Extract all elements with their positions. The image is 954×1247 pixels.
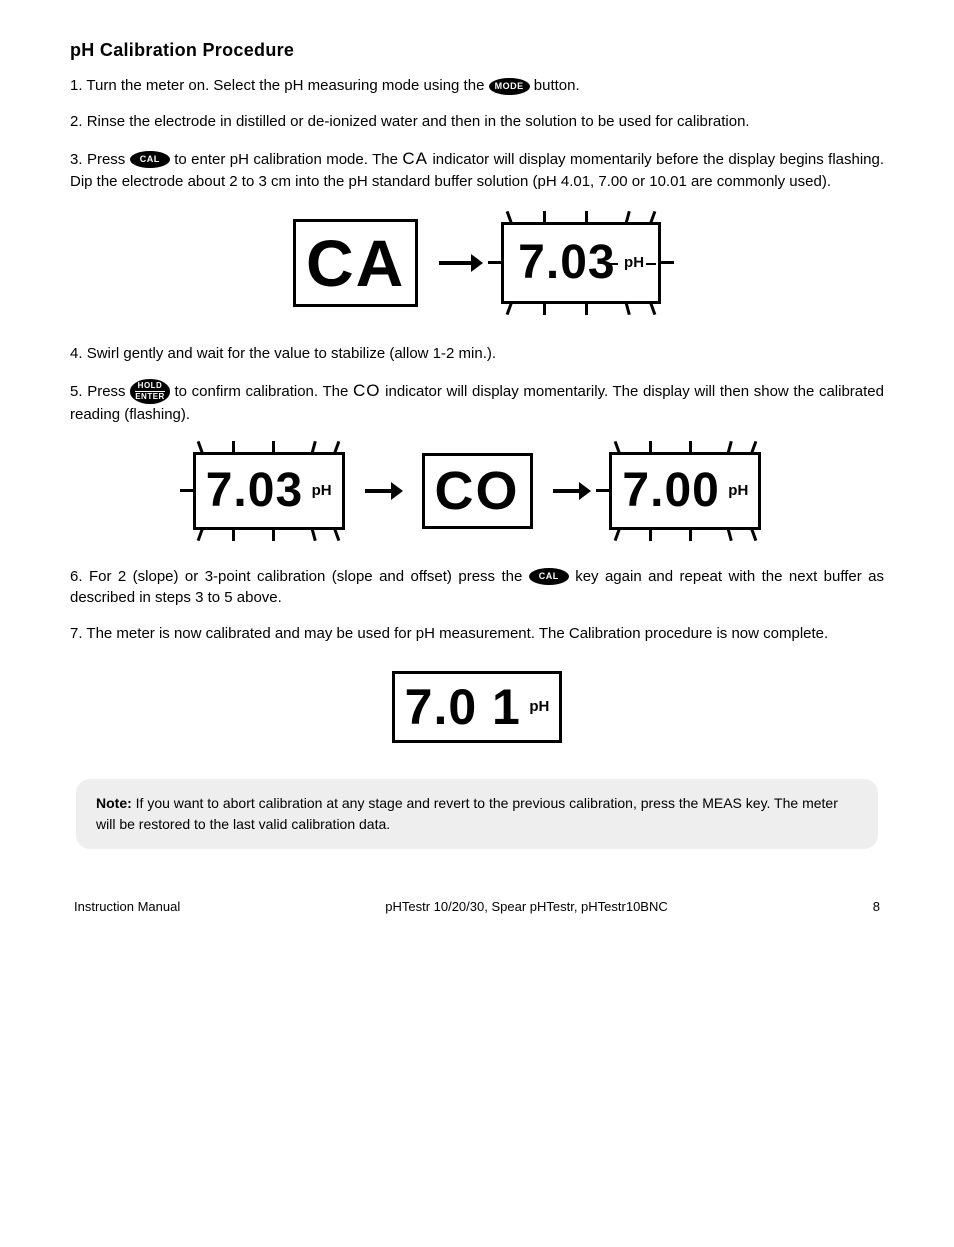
- step-1-text-b: button.: [534, 77, 580, 94]
- lcd-703-value: 7.03: [518, 239, 615, 287]
- note-label: Note:: [96, 795, 132, 811]
- lcd-co: CO: [422, 453, 533, 529]
- hold-enter-button-icon: HOLD ENTER: [130, 379, 170, 403]
- cal-button-icon: CAL: [529, 568, 569, 585]
- note-text: If you want to abort calibration at any …: [96, 795, 838, 832]
- step-2-text: Rinse the electrode in distilled or de-i…: [87, 113, 750, 130]
- step-1-num: 1.: [70, 77, 83, 94]
- step-5-text-b: to confirm calibration. The: [175, 383, 353, 400]
- step-3-num: 3.: [70, 151, 83, 168]
- page-footer: Instruction Manual pHTestr 10/20/30, Spe…: [70, 899, 884, 914]
- lcd-703-unit: pH: [624, 255, 644, 270]
- hold-label-top: HOLD: [135, 382, 165, 391]
- arrow-icon: [437, 251, 483, 275]
- step-1: 1. Turn the meter on. Select the pH meas…: [70, 75, 884, 97]
- step-6: 6. For 2 (slope) or 3-point calibration …: [70, 566, 884, 610]
- lcd-701: 7.0 1 pH: [392, 671, 563, 743]
- lcd-700-flash: 7.00 pH: [609, 452, 761, 530]
- lcd-row-2: 7.03 pH CO 7.00 pH: [70, 452, 884, 530]
- lcd-ca-value: CA: [306, 226, 405, 300]
- step-3-text-b: to enter pH calibration mode. The: [174, 151, 402, 168]
- hold-label-bot: ENTER: [135, 393, 165, 400]
- step-6-num: 6.: [70, 568, 83, 585]
- step-4-text: Swirl gently and wait for the value to s…: [87, 345, 496, 362]
- step-2: 2. Rinse the electrode in distilled or d…: [70, 111, 884, 133]
- step-4-num: 4.: [70, 345, 83, 362]
- note-box: Note: If you want to abort calibration a…: [76, 779, 878, 849]
- step-2-num: 2.: [70, 113, 83, 130]
- step-4: 4. Swirl gently and wait for the value t…: [70, 343, 884, 365]
- lcd-703b-flash: 7.03 pH: [193, 452, 345, 530]
- arrow-icon: [363, 479, 403, 503]
- lcd-ca: CA: [293, 219, 418, 307]
- lcd-row-3: 7.0 1 pH: [70, 671, 884, 743]
- lcd-co-value: CO: [435, 461, 520, 521]
- mode-button-icon: MODE: [489, 78, 530, 95]
- step-3-text-a: Press: [87, 151, 130, 168]
- step-6-text-a: For 2 (slope) or 3-point calibration (sl…: [89, 568, 529, 585]
- co-indicator-inline: CO: [353, 381, 381, 400]
- lcd-701-unit: pH: [529, 699, 549, 714]
- lcd-row-1: CA 7.03 pH: [70, 219, 884, 307]
- step-5-text-a: Press: [87, 383, 130, 400]
- step-5-num: 5.: [70, 383, 83, 400]
- footer-right: 8: [873, 899, 880, 914]
- page-title: pH Calibration Procedure: [70, 40, 884, 61]
- lcd-703b-value: 7.03: [206, 467, 303, 515]
- step-3: 3. Press CAL to enter pH calibration mod…: [70, 147, 884, 193]
- lcd-700-value: 7.00: [622, 467, 719, 515]
- step-1-text-a: Turn the meter on. Select the pH measuri…: [86, 77, 488, 94]
- ca-indicator-inline: CA: [402, 149, 428, 168]
- footer-center: pHTestr 10/20/30, Spear pHTestr, pHTestr…: [385, 899, 668, 914]
- step-7: 7. The meter is now calibrated and may b…: [70, 623, 884, 645]
- cal-button-icon: CAL: [130, 151, 170, 168]
- lcd-700-unit: pH: [728, 483, 748, 498]
- lcd-703b-unit: pH: [312, 483, 332, 498]
- lcd-701-value: 7.0 1: [405, 682, 521, 732]
- step-7-num: 7.: [70, 625, 83, 642]
- lcd-703-flash: 7.03 pH: [501, 222, 661, 304]
- arrow-icon: [551, 479, 591, 503]
- step-7-text: The meter is now calibrated and may be u…: [86, 625, 828, 642]
- step-5: 5. Press HOLD ENTER to confirm calibrati…: [70, 379, 884, 426]
- footer-left: Instruction Manual: [74, 899, 180, 914]
